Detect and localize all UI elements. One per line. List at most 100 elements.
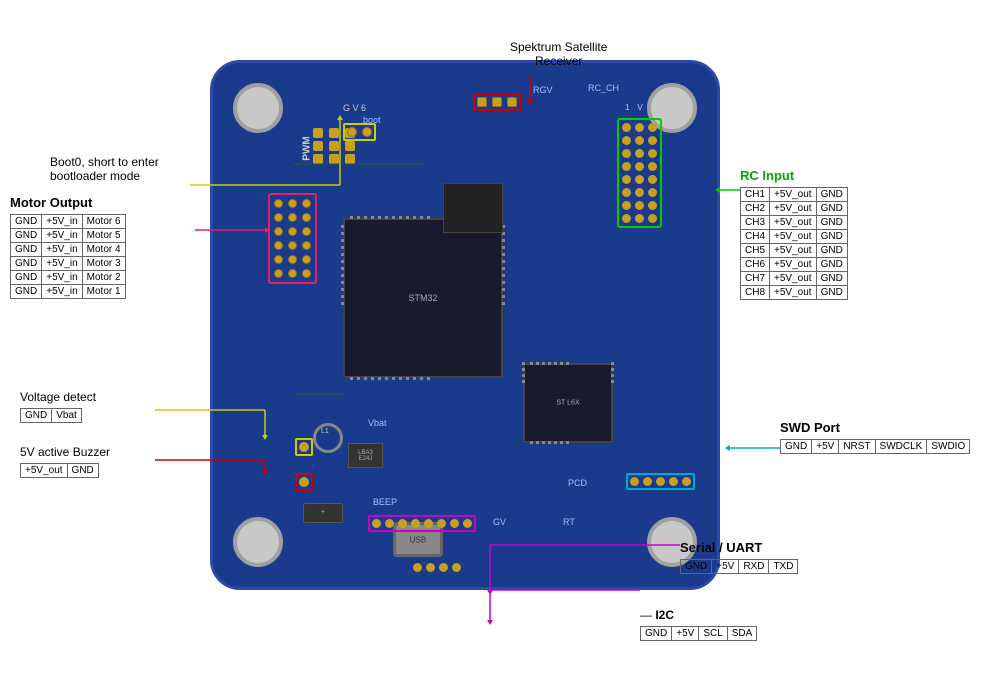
table-cell: GND	[816, 216, 847, 230]
table-cell: CH7	[741, 272, 770, 286]
table-cell: Motor 2	[82, 271, 125, 285]
i2c-area	[413, 563, 461, 572]
i2c-table: GND +5V SCL SDA	[640, 626, 757, 641]
table-cell: +5V_out	[770, 216, 817, 230]
swd-table: GND +5V NRST SWDCLK SWDIO	[780, 439, 970, 454]
trace-1	[293, 163, 423, 165]
serial-table: GND +5V RXD TXD	[680, 559, 798, 574]
inductor-label: L1	[321, 428, 329, 435]
corner-tl	[233, 83, 283, 133]
rc-header-labels: 1VG	[625, 103, 657, 112]
motor-output-table: GND +5V_in Motor 6 GND +5V_in Motor 5 GN…	[10, 214, 126, 299]
secondary-chip: ST L6X	[523, 363, 613, 443]
table-cell: +5V_out	[770, 272, 817, 286]
swd-annotation: SWD Port GND +5V NRST SWDCLK SWDIO	[780, 420, 970, 454]
rc-input-table: CH1 +5V_out GND CH2 +5V_out GND CH3 +5V_…	[740, 187, 848, 300]
table-cell: GND	[11, 243, 42, 257]
table-cell: +5V	[672, 627, 699, 641]
board-rgv-label: RGV	[533, 85, 553, 95]
table-cell: GND	[11, 215, 42, 229]
table-cell: Vbat	[52, 409, 82, 423]
motor-output-annotation: Motor Output GND +5V_in Motor 6 GND +5V_…	[10, 195, 126, 299]
buzzer-label: 5V active Buzzer	[20, 445, 110, 459]
serial-pins	[368, 515, 476, 532]
boot-pins	[343, 123, 376, 141]
board-rcch-label: RC_CH	[588, 83, 619, 93]
table-row: GND +5V_in Motor 6	[11, 215, 126, 229]
table-cell: Motor 3	[82, 257, 125, 271]
small-chip	[443, 183, 503, 233]
table-cell: +5V_in	[42, 285, 82, 299]
trace-2	[293, 393, 343, 395]
table-row: CH1 +5V_out GND	[741, 188, 848, 202]
table-cell: +5V_in	[42, 229, 82, 243]
table-row: GND +5V_in Motor 3	[11, 257, 126, 271]
table-cell: SWDCLK	[875, 440, 927, 454]
small-ic: LBA3E24J	[348, 443, 383, 468]
table-cell: +5V_out	[770, 188, 817, 202]
spektrum-annotation: Spektrum Satellite Receiver	[510, 40, 607, 68]
table-row: CH7 +5V_out GND	[741, 272, 848, 286]
i2c-annotation: — I2C GND +5V SCL SDA	[640, 608, 757, 641]
table-cell: GND	[816, 202, 847, 216]
table-row: +5V_out GND	[21, 464, 99, 478]
table-cell: GND	[11, 257, 42, 271]
table-cell: GND	[781, 440, 812, 454]
table-cell: Motor 5	[82, 229, 125, 243]
table-row: GND Vbat	[21, 409, 82, 423]
spektrum-label-line2: Receiver	[510, 54, 607, 68]
rc-input-title: RC Input	[740, 168, 848, 183]
table-cell: GND	[11, 271, 42, 285]
table-cell: +5V_in	[42, 257, 82, 271]
table-row: CH8 +5V_out GND	[741, 286, 848, 300]
table-cell: CH5	[741, 244, 770, 258]
table-row: GND +5V_in Motor 1	[11, 285, 126, 299]
table-cell: CH4	[741, 230, 770, 244]
table-cell: CH3	[741, 216, 770, 230]
buzzer-component: +	[303, 503, 343, 523]
serial-annotation: Serial / UART GND +5V RXD TXD	[680, 540, 798, 574]
table-cell: +5V_out	[770, 230, 817, 244]
table-cell: SWDIO	[927, 440, 970, 454]
table-cell: +5V_out	[770, 286, 817, 300]
table-cell: GND	[641, 627, 672, 641]
buzzer-annotation: 5V active Buzzer +5V_out GND	[20, 445, 110, 478]
table-cell: GND	[816, 230, 847, 244]
table-cell: +5V_out	[770, 244, 817, 258]
table-cell: GND	[67, 464, 98, 478]
board-rt-label: RT	[563, 517, 575, 527]
table-row: CH5 +5V_out GND	[741, 244, 848, 258]
boot-label-line2: bootloader mode	[50, 169, 159, 183]
table-cell: +5V_out	[770, 258, 817, 272]
table-row: CH2 +5V_out GND	[741, 202, 848, 216]
swd-title: SWD Port	[780, 420, 970, 435]
rc-input-annotation: RC Input CH1 +5V_out GND CH2 +5V_out GND…	[740, 168, 848, 300]
boot-annotation: Boot0, short to enter bootloader mode	[50, 155, 159, 183]
i2c-title: I2C	[655, 608, 674, 622]
board-g-label: G V 6	[343, 103, 366, 113]
table-cell: GND	[21, 409, 52, 423]
table-cell: Motor 1	[82, 285, 125, 299]
table-cell: CH6	[741, 258, 770, 272]
motor-output-title: Motor Output	[10, 195, 126, 210]
table-cell: GND	[11, 229, 42, 243]
table-cell: NRST	[839, 440, 875, 454]
table-cell: +5V	[812, 440, 839, 454]
table-cell: +5V_out	[770, 202, 817, 216]
table-cell: +5V	[712, 560, 739, 574]
vbat-pins	[295, 438, 313, 456]
spektrum-label-line1: Spektrum Satellite	[510, 40, 607, 54]
voltage-detect-annotation: Voltage detect GND Vbat	[20, 390, 96, 423]
main-container: PWM	[0, 0, 1002, 685]
board-beep-label: BEEP	[373, 497, 397, 507]
table-row: CH4 +5V_out GND	[741, 230, 848, 244]
table-cell: CH8	[741, 286, 770, 300]
table-cell: Motor 6	[82, 215, 125, 229]
rc-channel-pins	[617, 118, 662, 228]
table-cell: GND	[816, 258, 847, 272]
main-chip: STM32	[343, 218, 503, 378]
table-cell: SDA	[727, 627, 757, 641]
table-row: GND +5V SCL SDA	[641, 627, 757, 641]
serial-title: Serial / UART	[680, 540, 798, 555]
table-cell: Motor 4	[82, 243, 125, 257]
